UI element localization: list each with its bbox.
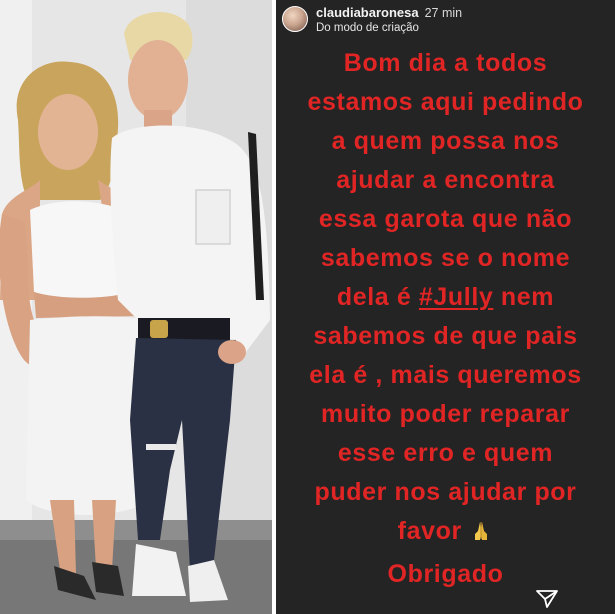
story-line: ajudar a encontra — [336, 166, 555, 194]
story-line: essa garota que não — [318, 205, 573, 233]
story-panel: claudiabaronesa 27 min Do modo de criaçã… — [276, 0, 615, 614]
time-ago: 27 min — [424, 6, 463, 20]
story-line-part: dela é — [336, 283, 412, 311]
hashtag-link[interactable]: #Jully — [419, 283, 493, 311]
send-icon[interactable] — [535, 589, 559, 609]
story-line: muito poder reparar — [321, 400, 570, 428]
story-line-hashtag: dela é #Jully nem — [276, 278, 615, 317]
story-line: a quem possa nos — [331, 127, 560, 155]
story-meta: claudiabaronesa 27 min Do modo de criaçã… — [316, 6, 462, 35]
story-subtitle: Do modo de criação — [316, 22, 419, 34]
story-line: ela é , mais queremos — [309, 361, 582, 389]
story-line: esse erro e quem — [337, 439, 554, 467]
story-line: Obrigado — [387, 560, 504, 588]
story-line: sabemos se o nome — [320, 244, 571, 272]
avatar[interactable] — [282, 6, 308, 32]
story-message: Bom dia a todos estamos aqui pedindo a q… — [276, 44, 615, 594]
story-line: Bom dia a todos — [343, 49, 548, 77]
story-line-with-emoji: favor — [276, 512, 615, 555]
story-line-part: nem — [500, 283, 555, 311]
story-line: estamos aqui pedindo — [307, 88, 584, 116]
story-line: puder nos ajudar por — [314, 478, 577, 506]
screenshot: claudiabaronesa 27 min Do modo de criaçã… — [0, 0, 615, 614]
folded-hands-icon — [469, 516, 493, 555]
story-line-part: favor — [397, 517, 462, 545]
photo-two-people — [0, 0, 272, 614]
username[interactable]: claudiabaronesa — [316, 6, 419, 20]
story-header: claudiabaronesa 27 min Do modo de criaçã… — [282, 6, 462, 40]
story-line: sabemos de que pais — [313, 322, 578, 350]
story-meta-row: claudiabaronesa 27 min — [316, 6, 463, 21]
